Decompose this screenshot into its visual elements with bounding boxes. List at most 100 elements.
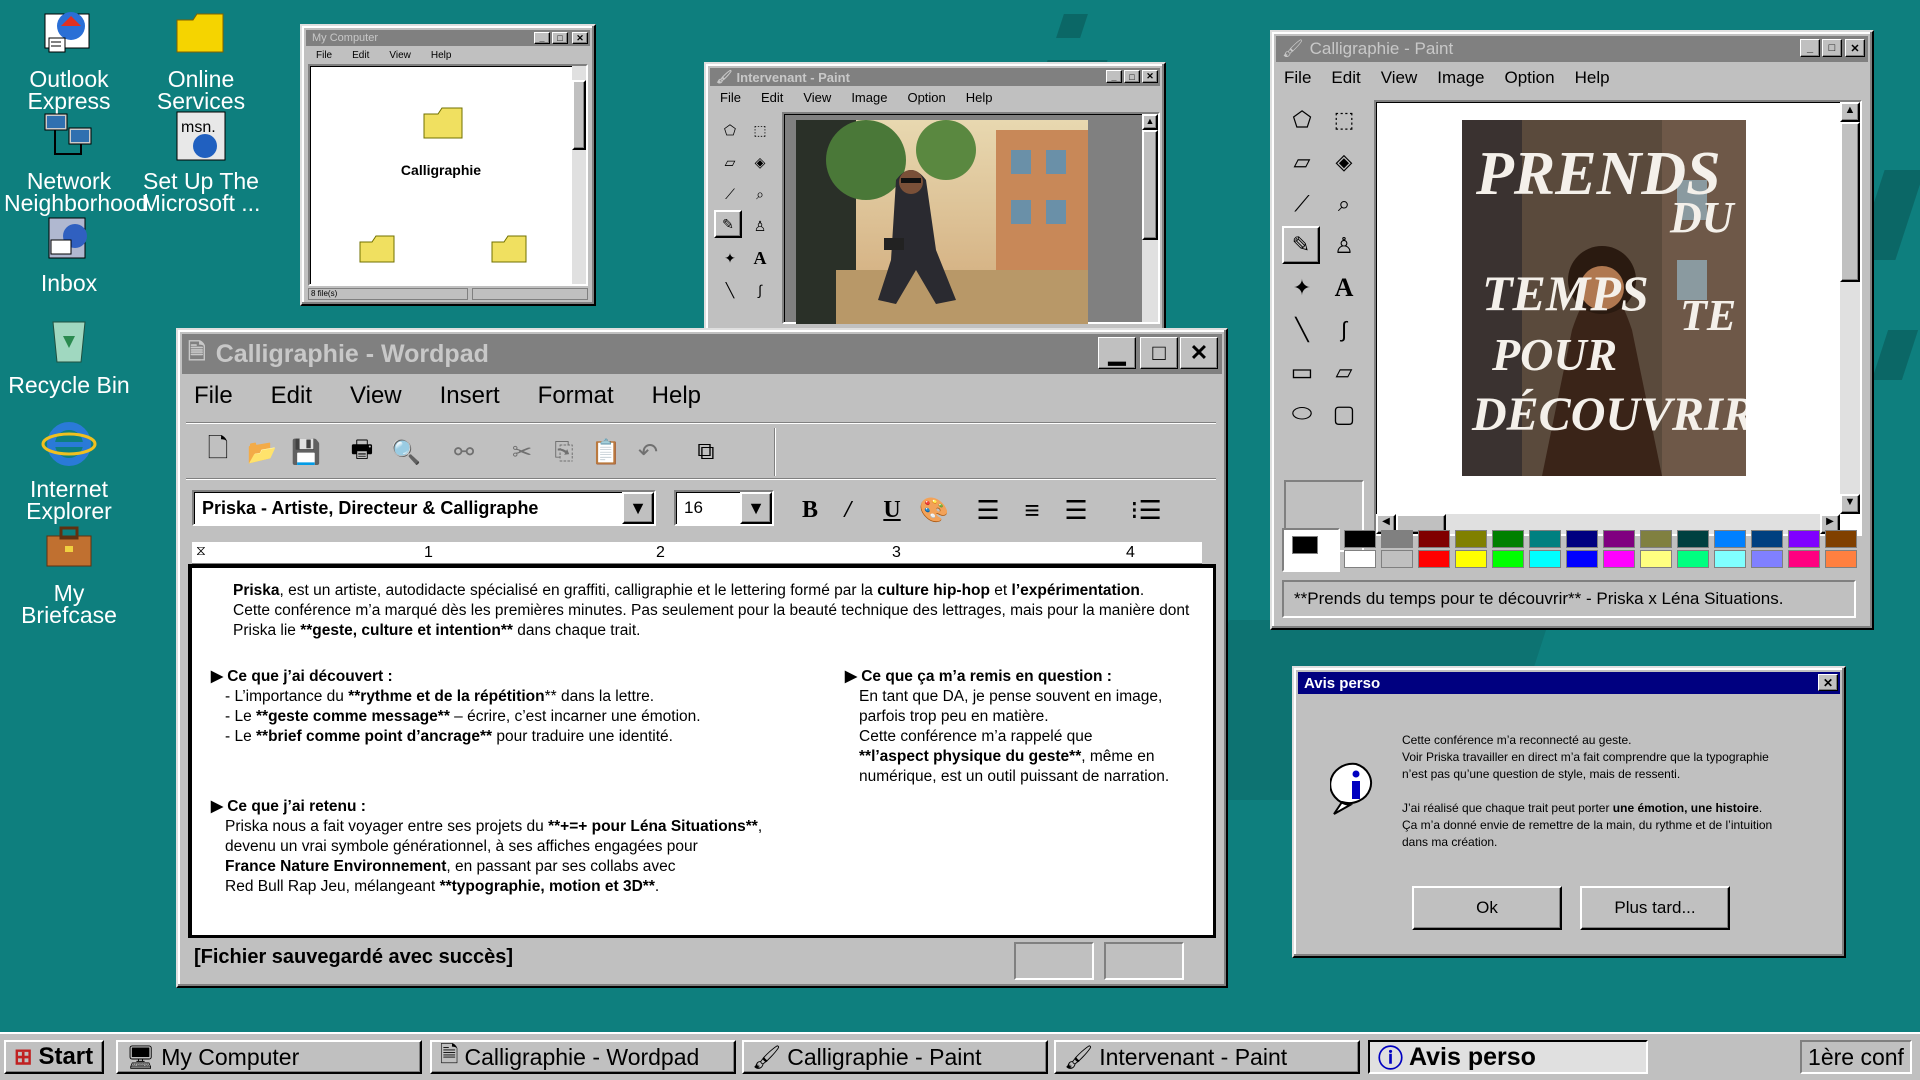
menu-edit[interactable]: Edit bbox=[247, 382, 336, 410]
menu-option[interactable]: Option bbox=[897, 90, 955, 105]
save-icon[interactable]: 💾 bbox=[286, 432, 326, 472]
menu-help[interactable]: Help bbox=[628, 382, 725, 410]
color-icon[interactable]: 🎨 bbox=[916, 492, 952, 528]
palette-swatch[interactable] bbox=[1529, 550, 1561, 568]
dropdown-arrow-icon[interactable]: ▼ bbox=[740, 492, 772, 524]
ok-button[interactable]: Ok bbox=[1412, 886, 1562, 930]
font-name-select[interactable]: Priska - Artiste, Directeur & Calligraph… bbox=[192, 490, 656, 526]
minimize-button[interactable]: ▁ bbox=[1098, 337, 1136, 369]
find-icon[interactable]: ⚯ bbox=[444, 432, 484, 472]
palette-swatch[interactable] bbox=[1492, 530, 1524, 548]
intervenant-paint-window[interactable]: 🖌 Intervenant - Paint _ □ ✕ File Edit Vi… bbox=[704, 62, 1166, 332]
document-area[interactable]: Priska, est un artiste, autodidacte spéc… bbox=[188, 564, 1216, 938]
close-button[interactable]: ✕ bbox=[572, 32, 588, 44]
palette-swatch[interactable] bbox=[1677, 550, 1709, 568]
cut-icon[interactable]: ✂ bbox=[502, 432, 542, 472]
scroll-thumb[interactable] bbox=[1142, 130, 1158, 240]
start-button[interactable]: ⊞ Start bbox=[4, 1040, 104, 1074]
folder-view[interactable]: Calligraphie bbox=[308, 64, 588, 286]
photo-canvas[interactable] bbox=[796, 120, 1088, 324]
palette-swatch[interactable] bbox=[1825, 550, 1857, 568]
later-button[interactable]: Plus tard... bbox=[1580, 886, 1730, 930]
maximize-button[interactable]: □ bbox=[1124, 70, 1140, 83]
polygon-icon[interactable]: ▱ bbox=[1324, 352, 1364, 392]
menu-format[interactable]: Format bbox=[524, 382, 628, 410]
minimize-button[interactable]: _ bbox=[1800, 39, 1820, 57]
text-icon[interactable]: A bbox=[744, 242, 776, 274]
palette-swatch[interactable] bbox=[1418, 550, 1450, 568]
folder-icon[interactable] bbox=[422, 106, 466, 142]
canvas-area[interactable]: PRENDS DU TEMPS TE POUR DÉCOUVRIR. ▲ ▼ ◀… bbox=[1374, 100, 1862, 536]
desktop-icon-msn[interactable]: msn. Set Up The Microsoft ... bbox=[136, 108, 266, 215]
fill-icon[interactable]: ◈ bbox=[1324, 142, 1364, 182]
open-icon[interactable]: 📂 bbox=[242, 432, 282, 472]
palette-swatch[interactable] bbox=[1751, 550, 1783, 568]
line-icon[interactable]: ╲ bbox=[1282, 310, 1322, 350]
menu-help[interactable]: Help bbox=[421, 50, 462, 61]
dropdown-arrow-icon[interactable]: ▼ bbox=[622, 492, 654, 524]
vertical-scrollbar[interactable]: ▲ bbox=[1142, 114, 1158, 322]
palette-swatch[interactable] bbox=[1381, 530, 1413, 548]
menu-help[interactable]: Help bbox=[1565, 68, 1620, 88]
title-bar[interactable]: Avis perso ✕ bbox=[1298, 672, 1840, 694]
menu-view[interactable]: View bbox=[336, 382, 416, 410]
minimize-button[interactable]: _ bbox=[1106, 70, 1122, 83]
maximize-button[interactable]: □ bbox=[552, 32, 568, 44]
palette-swatch[interactable] bbox=[1529, 530, 1561, 548]
curve-icon[interactable]: ∫ bbox=[1324, 310, 1364, 350]
paste-icon[interactable]: 📋 bbox=[586, 432, 626, 472]
palette-swatch[interactable] bbox=[1455, 550, 1487, 568]
magnifier-icon[interactable]: ⌕ bbox=[1324, 184, 1364, 224]
rounded-rect-icon[interactable]: ▢ bbox=[1324, 394, 1364, 434]
folder-icon[interactable] bbox=[490, 234, 530, 266]
insert-object-icon[interactable]: ⧉ bbox=[686, 432, 726, 472]
scroll-up-button[interactable]: ▲ bbox=[1142, 114, 1158, 130]
menu-image[interactable]: Image bbox=[1427, 68, 1494, 88]
print-icon[interactable]: 🖶 bbox=[342, 432, 382, 472]
menu-file[interactable]: File bbox=[1274, 68, 1321, 88]
palette-swatch[interactable] bbox=[1492, 550, 1524, 568]
palette-swatch[interactable] bbox=[1751, 530, 1783, 548]
desktop-icon-inbox[interactable]: Inbox bbox=[4, 210, 134, 295]
palette-swatch[interactable] bbox=[1788, 530, 1820, 548]
palette-swatch[interactable] bbox=[1640, 550, 1672, 568]
palette-swatch[interactable] bbox=[1640, 530, 1672, 548]
palette-swatch[interactable] bbox=[1418, 530, 1450, 548]
ellipse-icon[interactable]: ⬭ bbox=[1282, 394, 1322, 434]
menu-view[interactable]: View bbox=[1371, 68, 1428, 88]
palette-swatch[interactable] bbox=[1788, 550, 1820, 568]
pencil-icon[interactable]: ✎ bbox=[714, 210, 742, 238]
menu-file[interactable]: File bbox=[180, 382, 247, 410]
palette-swatch[interactable] bbox=[1714, 530, 1746, 548]
palette-swatch[interactable] bbox=[1344, 550, 1376, 568]
text-icon[interactable]: A bbox=[1324, 268, 1364, 308]
bold-icon[interactable]: B bbox=[792, 492, 828, 528]
menu-file[interactable]: File bbox=[306, 50, 342, 61]
desktop-icon-my-briefcase[interactable]: My Briefcase bbox=[4, 520, 134, 627]
vertical-scrollbar[interactable]: ▲ ▼ bbox=[1840, 102, 1860, 514]
wordpad-window[interactable]: 🗎 Calligraphie - Wordpad ▁ □ ✕ File Edit… bbox=[176, 328, 1228, 988]
fill-icon[interactable]: ◈ bbox=[744, 146, 776, 178]
avis-perso-dialog[interactable]: Avis perso ✕ Cette conférence m’a reconn… bbox=[1292, 666, 1846, 958]
brush-icon[interactable]: ♙ bbox=[744, 210, 776, 242]
eyedropper-icon[interactable]: ⟋ bbox=[1282, 184, 1322, 224]
current-colors[interactable] bbox=[1282, 528, 1340, 572]
task-calligraphie-paint[interactable]: 🖌 Calligraphie - Paint bbox=[742, 1040, 1048, 1074]
underline-icon[interactable]: U bbox=[874, 492, 910, 528]
palette-swatch[interactable] bbox=[1677, 530, 1709, 548]
vertical-scrollbar[interactable] bbox=[572, 66, 586, 284]
menu-edit[interactable]: Edit bbox=[1321, 68, 1370, 88]
brush-icon[interactable]: ♙ bbox=[1324, 226, 1364, 266]
palette-swatch[interactable] bbox=[1566, 530, 1598, 548]
minimize-button[interactable]: _ bbox=[534, 32, 550, 44]
italic-icon[interactable]: / bbox=[830, 492, 866, 528]
menu-insert[interactable]: Insert bbox=[416, 382, 524, 410]
desktop-icon-outlook-express[interactable]: Outlook Express bbox=[4, 6, 134, 113]
rectangle-icon[interactable]: ▭ bbox=[1282, 352, 1322, 392]
menu-view[interactable]: View bbox=[379, 50, 421, 61]
menu-edit[interactable]: Edit bbox=[751, 90, 793, 105]
menu-help[interactable]: Help bbox=[956, 90, 1003, 105]
bullets-icon[interactable]: ⁝☰ bbox=[1128, 492, 1164, 528]
maximize-button[interactable]: □ bbox=[1822, 39, 1842, 57]
rect-select-icon[interactable]: ⬚ bbox=[744, 114, 776, 146]
